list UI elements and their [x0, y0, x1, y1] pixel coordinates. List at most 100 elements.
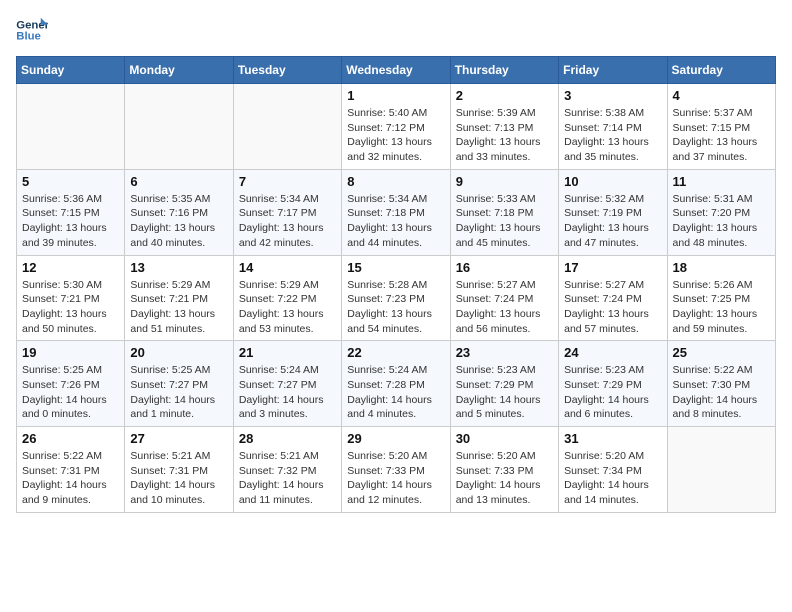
cell-date-number: 5 — [22, 174, 119, 189]
cell-info-text: Sunrise: 5:24 AMSunset: 7:28 PMDaylight:… — [347, 363, 444, 422]
cell-info-text: Sunrise: 5:25 AMSunset: 7:26 PMDaylight:… — [22, 363, 119, 422]
cell-date-number: 18 — [673, 260, 770, 275]
calendar-cell: 4 Sunrise: 5:37 AMSunset: 7:15 PMDaylight… — [667, 84, 775, 170]
calendar-cell: 20 Sunrise: 5:25 AMSunset: 7:27 PMDayligh… — [125, 341, 233, 427]
cell-date-number: 28 — [239, 431, 336, 446]
cell-date-number: 25 — [673, 345, 770, 360]
cell-date-number: 22 — [347, 345, 444, 360]
calendar-cell: 17 Sunrise: 5:27 AMSunset: 7:24 PMDayligh… — [559, 255, 667, 341]
logo: General Blue — [16, 16, 52, 44]
cell-info-text: Sunrise: 5:20 AMSunset: 7:34 PMDaylight:… — [564, 449, 661, 508]
cell-date-number: 10 — [564, 174, 661, 189]
weekday-monday: Monday — [125, 57, 233, 84]
cell-info-text: Sunrise: 5:27 AMSunset: 7:24 PMDaylight:… — [456, 278, 553, 337]
calendar-cell: 21 Sunrise: 5:24 AMSunset: 7:27 PMDayligh… — [233, 341, 341, 427]
cell-info-text: Sunrise: 5:39 AMSunset: 7:13 PMDaylight:… — [456, 106, 553, 165]
calendar-cell: 18 Sunrise: 5:26 AMSunset: 7:25 PMDayligh… — [667, 255, 775, 341]
calendar-cell: 27 Sunrise: 5:21 AMSunset: 7:31 PMDayligh… — [125, 427, 233, 513]
calendar-cell: 1 Sunrise: 5:40 AMSunset: 7:12 PMDaylight… — [342, 84, 450, 170]
cell-date-number: 20 — [130, 345, 227, 360]
calendar-cell: 22 Sunrise: 5:24 AMSunset: 7:28 PMDayligh… — [342, 341, 450, 427]
cell-info-text: Sunrise: 5:20 AMSunset: 7:33 PMDaylight:… — [456, 449, 553, 508]
cell-date-number: 27 — [130, 431, 227, 446]
cell-info-text: Sunrise: 5:20 AMSunset: 7:33 PMDaylight:… — [347, 449, 444, 508]
weekday-wednesday: Wednesday — [342, 57, 450, 84]
cell-date-number: 13 — [130, 260, 227, 275]
cell-date-number: 14 — [239, 260, 336, 275]
cell-info-text: Sunrise: 5:30 AMSunset: 7:21 PMDaylight:… — [22, 278, 119, 337]
cell-date-number: 3 — [564, 88, 661, 103]
calendar-cell: 3 Sunrise: 5:38 AMSunset: 7:14 PMDaylight… — [559, 84, 667, 170]
calendar-cell — [667, 427, 775, 513]
calendar-cell: 30 Sunrise: 5:20 AMSunset: 7:33 PMDayligh… — [450, 427, 558, 513]
weekday-header-row: SundayMondayTuesdayWednesdayThursdayFrid… — [17, 57, 776, 84]
cell-date-number: 4 — [673, 88, 770, 103]
weekday-sunday: Sunday — [17, 57, 125, 84]
cell-info-text: Sunrise: 5:22 AMSunset: 7:31 PMDaylight:… — [22, 449, 119, 508]
cell-info-text: Sunrise: 5:40 AMSunset: 7:12 PMDaylight:… — [347, 106, 444, 165]
cell-info-text: Sunrise: 5:22 AMSunset: 7:30 PMDaylight:… — [673, 363, 770, 422]
cell-info-text: Sunrise: 5:24 AMSunset: 7:27 PMDaylight:… — [239, 363, 336, 422]
cell-date-number: 11 — [673, 174, 770, 189]
svg-text:Blue: Blue — [16, 31, 41, 43]
calendar-week-2: 5 Sunrise: 5:36 AMSunset: 7:15 PMDaylight… — [17, 169, 776, 255]
weekday-friday: Friday — [559, 57, 667, 84]
cell-date-number: 26 — [22, 431, 119, 446]
calendar-cell: 29 Sunrise: 5:20 AMSunset: 7:33 PMDayligh… — [342, 427, 450, 513]
cell-info-text: Sunrise: 5:32 AMSunset: 7:19 PMDaylight:… — [564, 192, 661, 251]
calendar-cell: 14Sunrise: 5:29 AMSunset: 7:22 PMDayligh… — [233, 255, 341, 341]
calendar-week-1: 1 Sunrise: 5:40 AMSunset: 7:12 PMDaylight… — [17, 84, 776, 170]
calendar-table: SundayMondayTuesdayWednesdayThursdayFrid… — [16, 56, 776, 513]
cell-info-text: Sunrise: 5:28 AMSunset: 7:23 PMDaylight:… — [347, 278, 444, 337]
cell-info-text: Sunrise: 5:23 AMSunset: 7:29 PMDaylight:… — [456, 363, 553, 422]
calendar-cell: 12Sunrise: 5:30 AMSunset: 7:21 PMDayligh… — [17, 255, 125, 341]
cell-date-number: 30 — [456, 431, 553, 446]
cell-date-number: 8 — [347, 174, 444, 189]
cell-info-text: Sunrise: 5:34 AMSunset: 7:17 PMDaylight:… — [239, 192, 336, 251]
calendar-week-3: 12Sunrise: 5:30 AMSunset: 7:21 PMDayligh… — [17, 255, 776, 341]
cell-date-number: 2 — [456, 88, 553, 103]
cell-date-number: 31 — [564, 431, 661, 446]
calendar-cell: 8 Sunrise: 5:34 AMSunset: 7:18 PMDaylight… — [342, 169, 450, 255]
cell-date-number: 1 — [347, 88, 444, 103]
weekday-tuesday: Tuesday — [233, 57, 341, 84]
calendar-cell: 16 Sunrise: 5:27 AMSunset: 7:24 PMDayligh… — [450, 255, 558, 341]
cell-date-number: 19 — [22, 345, 119, 360]
cell-date-number: 7 — [239, 174, 336, 189]
cell-date-number: 6 — [130, 174, 227, 189]
calendar-cell: 19 Sunrise: 5:25 AMSunset: 7:26 PMDayligh… — [17, 341, 125, 427]
calendar-cell: 9Sunrise: 5:33 AMSunset: 7:18 PMDaylight… — [450, 169, 558, 255]
cell-info-text: Sunrise: 5:35 AMSunset: 7:16 PMDaylight:… — [130, 192, 227, 251]
cell-date-number: 23 — [456, 345, 553, 360]
cell-info-text: Sunrise: 5:26 AMSunset: 7:25 PMDaylight:… — [673, 278, 770, 337]
cell-info-text: Sunrise: 5:25 AMSunset: 7:27 PMDaylight:… — [130, 363, 227, 422]
calendar-week-4: 19 Sunrise: 5:25 AMSunset: 7:26 PMDayligh… — [17, 341, 776, 427]
cell-date-number: 9 — [456, 174, 553, 189]
calendar-cell: 23 Sunrise: 5:23 AMSunset: 7:29 PMDayligh… — [450, 341, 558, 427]
cell-date-number: 21 — [239, 345, 336, 360]
cell-info-text: Sunrise: 5:36 AMSunset: 7:15 PMDaylight:… — [22, 192, 119, 251]
cell-date-number: 15 — [347, 260, 444, 275]
calendar-cell: 26 Sunrise: 5:22 AMSunset: 7:31 PMDayligh… — [17, 427, 125, 513]
cell-info-text: Sunrise: 5:29 AMSunset: 7:21 PMDaylight:… — [130, 278, 227, 337]
calendar-cell: 10 Sunrise: 5:32 AMSunset: 7:19 PMDayligh… — [559, 169, 667, 255]
calendar-cell: 15 Sunrise: 5:28 AMSunset: 7:23 PMDayligh… — [342, 255, 450, 341]
calendar-cell — [125, 84, 233, 170]
calendar-cell: 13 Sunrise: 5:29 AMSunset: 7:21 PMDayligh… — [125, 255, 233, 341]
calendar-week-5: 26 Sunrise: 5:22 AMSunset: 7:31 PMDayligh… — [17, 427, 776, 513]
calendar-cell: 11Sunrise: 5:31 AMSunset: 7:20 PMDayligh… — [667, 169, 775, 255]
calendar-cell — [17, 84, 125, 170]
calendar-cell: 24Sunrise: 5:23 AMSunset: 7:29 PMDayligh… — [559, 341, 667, 427]
page-header: General Blue — [16, 16, 776, 44]
calendar-cell: 7 Sunrise: 5:34 AMSunset: 7:17 PMDaylight… — [233, 169, 341, 255]
cell-date-number: 29 — [347, 431, 444, 446]
cell-date-number: 17 — [564, 260, 661, 275]
cell-info-text: Sunrise: 5:21 AMSunset: 7:31 PMDaylight:… — [130, 449, 227, 508]
cell-info-text: Sunrise: 5:27 AMSunset: 7:24 PMDaylight:… — [564, 278, 661, 337]
cell-info-text: Sunrise: 5:37 AMSunset: 7:15 PMDaylight:… — [673, 106, 770, 165]
cell-info-text: Sunrise: 5:34 AMSunset: 7:18 PMDaylight:… — [347, 192, 444, 251]
cell-date-number: 16 — [456, 260, 553, 275]
calendar-cell: 25 Sunrise: 5:22 AMSunset: 7:30 PMDayligh… — [667, 341, 775, 427]
cell-info-text: Sunrise: 5:38 AMSunset: 7:14 PMDaylight:… — [564, 106, 661, 165]
cell-info-text: Sunrise: 5:23 AMSunset: 7:29 PMDaylight:… — [564, 363, 661, 422]
